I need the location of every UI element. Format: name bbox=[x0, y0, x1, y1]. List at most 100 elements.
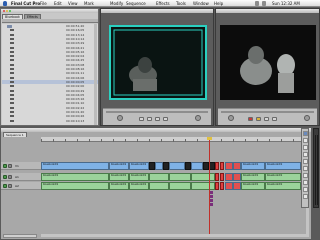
canvas-titlebar[interactable] bbox=[216, 9, 319, 13]
timeline-clip[interactable] bbox=[169, 182, 191, 190]
track-header-v1[interactable]: V1 bbox=[1, 162, 41, 170]
menu-edit[interactable]: Edit bbox=[54, 1, 62, 6]
menu-mark[interactable]: Mark bbox=[84, 1, 94, 6]
track-lock-icon[interactable] bbox=[8, 184, 12, 188]
hand-tool-icon[interactable] bbox=[303, 173, 308, 178]
timeline-clip[interactable] bbox=[191, 162, 203, 170]
menu-view[interactable]: View bbox=[68, 1, 78, 6]
timeline-zoom-slider[interactable] bbox=[3, 234, 37, 238]
timeline-clip[interactable]: bluebook01 bbox=[109, 182, 129, 190]
track-select-tool-icon[interactable] bbox=[303, 145, 308, 150]
timeline-clip[interactable]: bluebook01 bbox=[41, 173, 109, 181]
timeline-clip[interactable] bbox=[215, 162, 219, 170]
play-icon[interactable] bbox=[147, 117, 152, 121]
marker-icon[interactable] bbox=[210, 195, 213, 198]
timeline-clip[interactable] bbox=[191, 173, 215, 181]
canvas-stop-icon[interactable] bbox=[272, 117, 277, 121]
viewer-shuttle[interactable] bbox=[117, 115, 123, 121]
timeline-clip[interactable]: bluebook01 bbox=[109, 162, 129, 170]
viewer-jog[interactable] bbox=[195, 115, 201, 121]
menu-help[interactable]: Help bbox=[214, 1, 223, 6]
canvas-shuttle[interactable] bbox=[228, 115, 234, 121]
zoom-icon[interactable] bbox=[9, 10, 11, 12]
stop-icon[interactable] bbox=[155, 117, 160, 121]
timeline-clip[interactable] bbox=[215, 182, 219, 190]
record-icon[interactable] bbox=[248, 117, 253, 121]
timeline-clip[interactable]: bluebook01 bbox=[41, 182, 109, 190]
menu-app[interactable]: Final Cut Pro bbox=[11, 1, 40, 6]
marker-icon[interactable] bbox=[210, 191, 213, 194]
browser-titlebar[interactable] bbox=[1, 9, 98, 13]
timeline-clip[interactable]: bluebook01 bbox=[265, 162, 301, 170]
timeline-clip[interactable]: bluebook01 bbox=[129, 162, 149, 170]
canvas-video-frame[interactable] bbox=[220, 25, 316, 100]
timeline-horizontal-scrollbar[interactable] bbox=[41, 234, 307, 237]
timeline-clip[interactable]: bluebook01 bbox=[265, 173, 301, 181]
apple-icon[interactable] bbox=[3, 1, 7, 6]
zoom-tool-icon[interactable] bbox=[303, 180, 308, 185]
roll-tool-icon[interactable] bbox=[303, 152, 308, 157]
overwrite-icon[interactable] bbox=[256, 117, 261, 121]
timeline-clip[interactable] bbox=[233, 173, 241, 181]
marker-icon[interactable] bbox=[210, 199, 213, 202]
menubar-clock[interactable]: Sun 12:32 AM bbox=[272, 1, 300, 6]
razor-tool-icon[interactable] bbox=[303, 166, 308, 171]
menu-tools[interactable]: Tools bbox=[176, 1, 186, 6]
display-icon[interactable] bbox=[255, 1, 259, 6]
timeline-titlebar[interactable] bbox=[1, 128, 311, 132]
timeline-clip[interactable] bbox=[149, 173, 169, 181]
volume-icon[interactable] bbox=[262, 1, 266, 6]
timeline-clip[interactable] bbox=[155, 162, 163, 170]
menu-file[interactable]: File bbox=[40, 1, 47, 6]
track-header-a2[interactable]: A2 bbox=[1, 182, 41, 190]
viewer-titlebar[interactable] bbox=[101, 9, 213, 13]
viewer-video-frame[interactable] bbox=[109, 25, 207, 100]
timeline-clip[interactable] bbox=[149, 182, 169, 190]
menu-sequence[interactable]: Sequence bbox=[126, 1, 146, 6]
timeline-clip[interactable] bbox=[169, 162, 185, 170]
viewer-scrubber[interactable] bbox=[106, 111, 208, 113]
canvas-scrubber[interactable] bbox=[221, 111, 314, 113]
menu-modify[interactable]: Modify bbox=[110, 1, 123, 6]
selection-tool-icon[interactable] bbox=[303, 131, 308, 136]
timeline-clip[interactable] bbox=[169, 173, 191, 181]
timeline-clip[interactable] bbox=[233, 162, 241, 170]
timeline-clip[interactable] bbox=[225, 173, 233, 181]
timeline-clip[interactable]: bluebook01 bbox=[241, 162, 265, 170]
timeline-clip[interactable] bbox=[220, 173, 224, 181]
timeline-clip[interactable] bbox=[215, 173, 219, 181]
close-icon[interactable] bbox=[3, 10, 5, 12]
pen-tool-icon[interactable] bbox=[303, 194, 308, 199]
mark-out-icon[interactable] bbox=[163, 117, 168, 121]
timeline-clip[interactable]: bluebook01 bbox=[241, 173, 265, 181]
menu-effects[interactable]: Effects bbox=[156, 1, 170, 6]
track-audio-icon[interactable] bbox=[3, 184, 7, 188]
menu-window[interactable]: Window bbox=[193, 1, 209, 6]
timeline-clip[interactable]: bluebook01 bbox=[129, 173, 149, 181]
marker-icon[interactable] bbox=[210, 203, 213, 206]
timeline-clip[interactable] bbox=[220, 182, 224, 190]
edit-select-tool-icon[interactable] bbox=[303, 138, 308, 143]
timeline-clip[interactable]: bluebook01 bbox=[109, 173, 129, 181]
timeline-clip[interactable]: bluebook01 bbox=[41, 162, 109, 170]
tab-sequence[interactable]: Sequence 1 bbox=[3, 132, 27, 137]
browser-scrollbar[interactable] bbox=[94, 24, 97, 125]
playhead[interactable] bbox=[207, 137, 212, 237]
track-lock-icon[interactable] bbox=[8, 164, 12, 168]
canvas-play-icon[interactable] bbox=[264, 117, 269, 121]
timeline-clip[interactable]: bluebook01 bbox=[129, 182, 149, 190]
timeline-clip[interactable] bbox=[225, 162, 233, 170]
canvas-jog[interactable] bbox=[304, 115, 310, 121]
playhead-handle-icon[interactable] bbox=[207, 137, 212, 140]
clip-row[interactable]: 00:00:10;13 bbox=[2, 119, 98, 123]
minimize-icon[interactable] bbox=[6, 10, 8, 12]
timeline-ruler[interactable] bbox=[41, 137, 309, 142]
track-audio-icon[interactable] bbox=[3, 175, 7, 179]
track-visibility-icon[interactable] bbox=[3, 164, 7, 168]
track-header-a1[interactable]: A1 bbox=[1, 173, 41, 181]
slip-tool-icon[interactable] bbox=[303, 159, 308, 164]
timeline-clip[interactable]: bluebook01 bbox=[265, 182, 301, 190]
timeline-clip[interactable] bbox=[225, 182, 233, 190]
crop-tool-icon[interactable] bbox=[303, 187, 308, 192]
timeline-clip[interactable] bbox=[233, 182, 241, 190]
